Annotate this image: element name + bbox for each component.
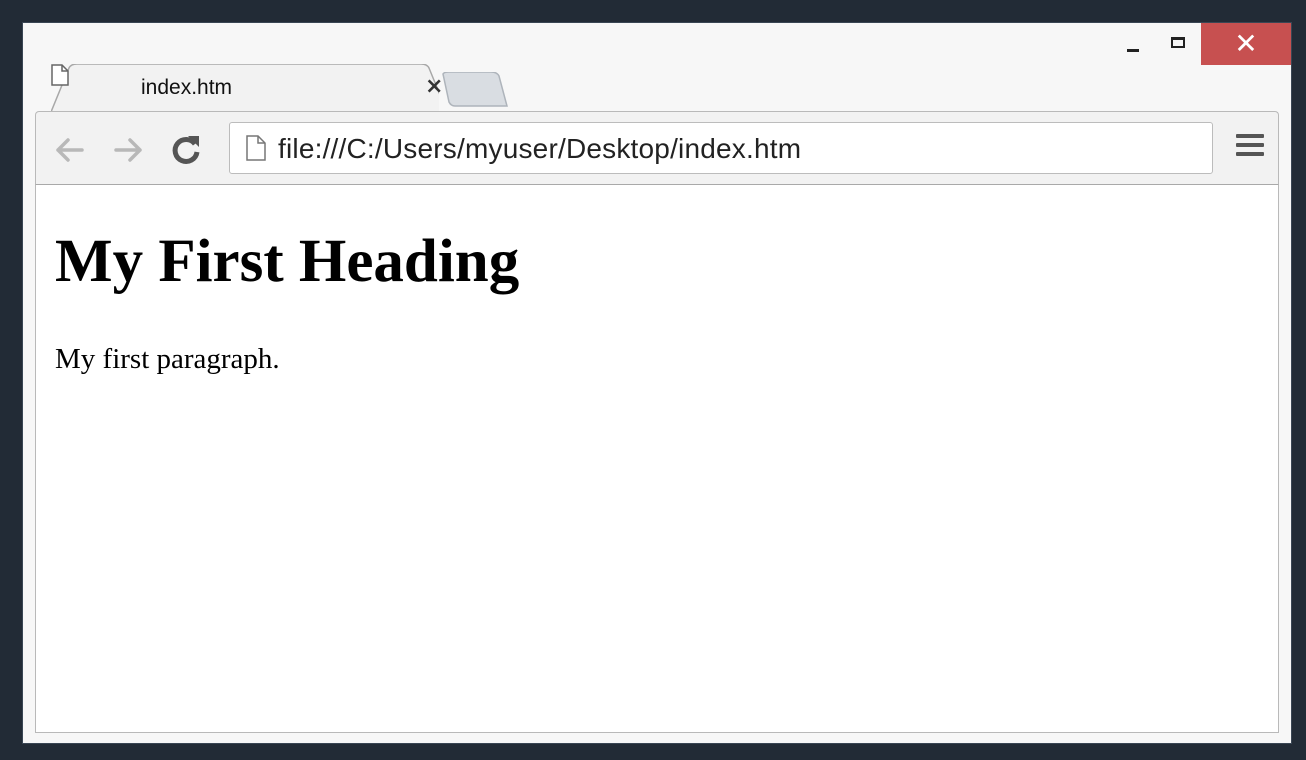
back-arrow-icon[interactable] [52, 132, 88, 168]
tab-shape [51, 64, 439, 112]
reload-icon[interactable] [168, 132, 204, 168]
address-bar[interactable]: file:///C:/Users/myuser/Desktop/index.ht… [229, 122, 1213, 174]
window-controls: ✕ [1109, 23, 1291, 65]
maximize-button[interactable] [1155, 23, 1201, 65]
tab-index[interactable]: index.htm × [51, 64, 443, 112]
page-content: My First Heading My first paragraph. [35, 185, 1279, 733]
browser-toolbar: file:///C:/Users/myuser/Desktop/index.ht… [35, 111, 1279, 185]
page-icon [246, 135, 266, 161]
browser-window: ✕ index.htm × file:///C:/Users/myuser/De… [22, 22, 1292, 744]
hamburger-menu-icon[interactable] [1236, 134, 1264, 162]
tab-title: index.htm [141, 76, 233, 99]
close-window-button[interactable]: ✕ [1201, 23, 1291, 65]
new-tab-button[interactable] [441, 72, 509, 108]
minimize-icon [1127, 49, 1139, 52]
forward-arrow-icon[interactable] [110, 132, 146, 168]
address-url[interactable]: file:///C:/Users/myuser/Desktop/index.ht… [278, 133, 801, 165]
close-icon: ✕ [1234, 27, 1258, 60]
page-icon [51, 64, 69, 86]
minimize-button[interactable] [1109, 23, 1155, 65]
page-heading: My First Heading [55, 228, 520, 295]
page-paragraph: My first paragraph. [55, 343, 280, 375]
maximize-icon [1171, 37, 1185, 48]
